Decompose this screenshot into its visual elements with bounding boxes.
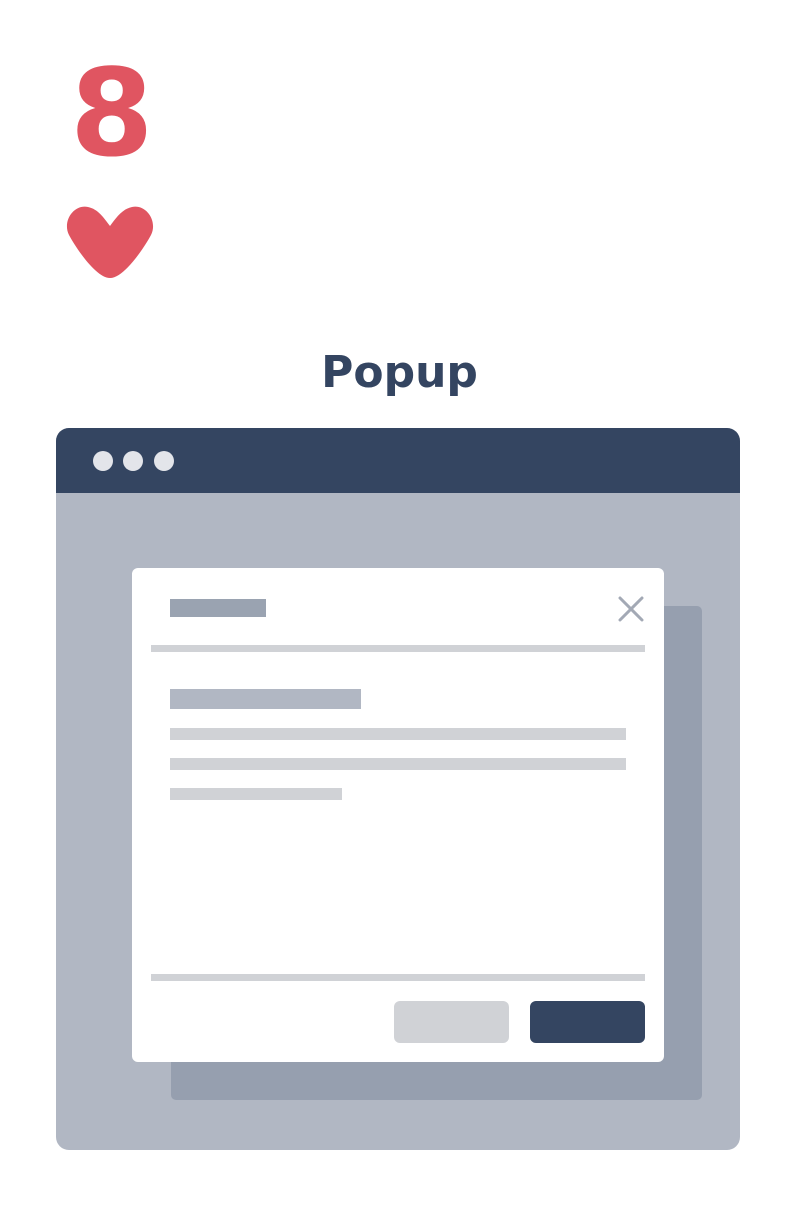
header-divider	[151, 645, 645, 652]
popup-dialog	[132, 568, 664, 1062]
window-titlebar	[56, 428, 740, 493]
close-icon[interactable]	[617, 595, 645, 623]
content-line-placeholder	[170, 728, 626, 740]
footer-divider	[151, 974, 645, 981]
heart-icon	[66, 206, 154, 278]
cancel-button[interactable]	[394, 1001, 509, 1043]
content-heading-placeholder	[170, 689, 361, 709]
popup-title-placeholder	[170, 599, 266, 617]
card-title: Popup	[321, 347, 478, 398]
content-line-placeholder	[170, 758, 626, 770]
window-control-dot	[154, 451, 174, 471]
window-control-dot	[123, 451, 143, 471]
card-rank: 8	[70, 45, 154, 184]
window-control-dot	[93, 451, 113, 471]
confirm-button[interactable]	[530, 1001, 645, 1043]
content-line-placeholder	[170, 788, 342, 800]
